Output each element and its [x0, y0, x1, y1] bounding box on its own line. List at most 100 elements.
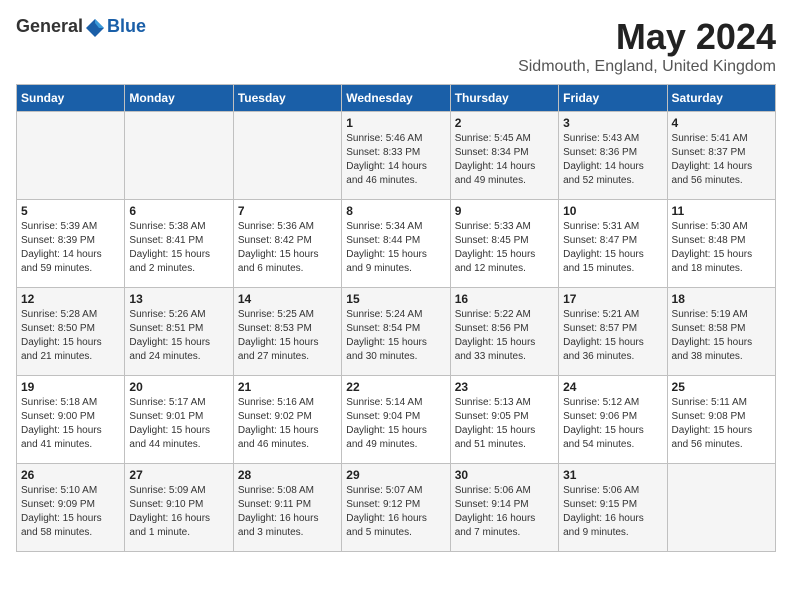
header-day-tuesday: Tuesday	[233, 85, 341, 112]
day-info: Sunrise: 5:09 AM Sunset: 9:10 PM Dayligh…	[129, 484, 228, 540]
day-number: 17	[563, 292, 662, 306]
empty-cell	[17, 112, 125, 200]
calendar-week-row: 19 Sunrise: 5:18 AM Sunset: 9:00 PM Dayli…	[17, 376, 776, 464]
day-number: 20	[129, 380, 228, 394]
day-number: 29	[346, 468, 445, 482]
day-number: 23	[455, 380, 554, 394]
logo: General Blue	[16, 16, 146, 39]
calendar-day-cell: 12 Sunrise: 5:28 AM Sunset: 8:50 PM Dayli…	[17, 288, 125, 376]
day-info: Sunrise: 5:06 AM Sunset: 9:14 PM Dayligh…	[455, 484, 554, 540]
day-info: Sunrise: 5:14 AM Sunset: 9:04 PM Dayligh…	[346, 396, 445, 452]
header-day-saturday: Saturday	[667, 85, 775, 112]
day-number: 28	[238, 468, 337, 482]
logo-text-general: General	[16, 16, 83, 36]
location-subtitle: Sidmouth, England, United Kingdom	[518, 58, 776, 76]
calendar-day-cell: 3 Sunrise: 5:43 AM Sunset: 8:36 PM Daylig…	[559, 112, 667, 200]
month-year-title: May 2024	[518, 16, 776, 58]
day-info: Sunrise: 5:34 AM Sunset: 8:44 PM Dayligh…	[346, 220, 445, 276]
calendar-header-row: SundayMondayTuesdayWednesdayThursdayFrid…	[17, 85, 776, 112]
day-number: 4	[672, 116, 771, 130]
day-info: Sunrise: 5:24 AM Sunset: 8:54 PM Dayligh…	[346, 308, 445, 364]
empty-cell	[125, 112, 233, 200]
calendar-day-cell: 25 Sunrise: 5:11 AM Sunset: 9:08 PM Dayli…	[667, 376, 775, 464]
logo-icon	[84, 17, 106, 39]
header-day-monday: Monday	[125, 85, 233, 112]
header-day-wednesday: Wednesday	[342, 85, 450, 112]
day-info: Sunrise: 5:43 AM Sunset: 8:36 PM Dayligh…	[563, 132, 662, 188]
day-number: 16	[455, 292, 554, 306]
day-info: Sunrise: 5:13 AM Sunset: 9:05 PM Dayligh…	[455, 396, 554, 452]
day-number: 19	[21, 380, 120, 394]
calendar-day-cell: 28Sunrise: 5:08 AM Sunset: 9:11 PM Dayli…	[233, 464, 341, 552]
day-number: 31	[563, 468, 662, 482]
day-number: 22	[346, 380, 445, 394]
calendar-day-cell: 4 Sunrise: 5:41 AM Sunset: 8:37 PM Daylig…	[667, 112, 775, 200]
calendar-day-cell: 5 Sunrise: 5:39 AM Sunset: 8:39 PM Daylig…	[17, 200, 125, 288]
day-number: 1	[346, 116, 445, 130]
calendar-day-cell: 26 Sunrise: 5:10 AM Sunset: 9:09 PM Dayli…	[17, 464, 125, 552]
day-number: 7	[238, 204, 337, 218]
calendar-day-cell: 23 Sunrise: 5:13 AM Sunset: 9:05 PM Dayli…	[450, 376, 558, 464]
calendar-day-cell: 13 Sunrise: 5:26 AM Sunset: 8:51 PM Dayli…	[125, 288, 233, 376]
day-number: 30	[455, 468, 554, 482]
empty-cell	[233, 112, 341, 200]
calendar-day-cell: 31 Sunrise: 5:06 AM Sunset: 9:15 PM Dayli…	[559, 464, 667, 552]
day-number: 21	[238, 380, 337, 394]
day-number: 3	[563, 116, 662, 130]
calendar-day-cell: 9 Sunrise: 5:33 AM Sunset: 8:45 PM Daylig…	[450, 200, 558, 288]
day-info: Sunrise: 5:28 AM Sunset: 8:50 PM Dayligh…	[21, 308, 120, 364]
empty-cell	[667, 464, 775, 552]
day-number: 12	[21, 292, 120, 306]
day-info: Sunrise: 5:10 AM Sunset: 9:09 PM Dayligh…	[21, 484, 120, 540]
calendar-day-cell: 2 Sunrise: 5:45 AM Sunset: 8:34 PM Daylig…	[450, 112, 558, 200]
header-day-friday: Friday	[559, 85, 667, 112]
calendar-day-cell: 30 Sunrise: 5:06 AM Sunset: 9:14 PM Dayli…	[450, 464, 558, 552]
day-info: Sunrise: 5:12 AM Sunset: 9:06 PM Dayligh…	[563, 396, 662, 452]
day-info: Sunrise: 5:07 AM Sunset: 9:12 PM Dayligh…	[346, 484, 445, 540]
day-info: Sunrise: 5:18 AM Sunset: 9:00 PM Dayligh…	[21, 396, 120, 452]
day-info: Sunrise: 5:11 AM Sunset: 9:08 PM Dayligh…	[672, 396, 771, 452]
day-number: 13	[129, 292, 228, 306]
day-info: Sunrise: 5:41 AM Sunset: 8:37 PM Dayligh…	[672, 132, 771, 188]
calendar-day-cell: 14 Sunrise: 5:25 AM Sunset: 8:53 PM Dayli…	[233, 288, 341, 376]
day-info: Sunrise: 5:39 AM Sunset: 8:39 PM Dayligh…	[21, 220, 120, 276]
day-info: Sunrise: 5:26 AM Sunset: 8:51 PM Dayligh…	[129, 308, 228, 364]
day-number: 2	[455, 116, 554, 130]
calendar-table: SundayMondayTuesdayWednesdayThursdayFrid…	[16, 84, 776, 552]
logo-text-blue: Blue	[107, 16, 146, 36]
day-number: 27	[129, 468, 228, 482]
calendar-day-cell: 20Sunrise: 5:17 AM Sunset: 9:01 PM Dayli…	[125, 376, 233, 464]
calendar-day-cell: 22 Sunrise: 5:14 AM Sunset: 9:04 PM Dayli…	[342, 376, 450, 464]
calendar-day-cell: 1Sunrise: 5:46 AM Sunset: 8:33 PM Daylig…	[342, 112, 450, 200]
calendar-day-cell: 10 Sunrise: 5:31 AM Sunset: 8:47 PM Dayli…	[559, 200, 667, 288]
title-block: May 2024 Sidmouth, England, United Kingd…	[518, 16, 776, 76]
calendar-day-cell: 6Sunrise: 5:38 AM Sunset: 8:41 PM Daylig…	[125, 200, 233, 288]
day-number: 18	[672, 292, 771, 306]
day-info: Sunrise: 5:33 AM Sunset: 8:45 PM Dayligh…	[455, 220, 554, 276]
calendar-week-row: 1Sunrise: 5:46 AM Sunset: 8:33 PM Daylig…	[17, 112, 776, 200]
day-number: 6	[129, 204, 228, 218]
day-number: 11	[672, 204, 771, 218]
header-day-sunday: Sunday	[17, 85, 125, 112]
logo-general-text: General Blue	[16, 16, 146, 39]
day-number: 24	[563, 380, 662, 394]
day-number: 10	[563, 204, 662, 218]
day-number: 25	[672, 380, 771, 394]
day-info: Sunrise: 5:21 AM Sunset: 8:57 PM Dayligh…	[563, 308, 662, 364]
day-info: Sunrise: 5:06 AM Sunset: 9:15 PM Dayligh…	[563, 484, 662, 540]
day-number: 26	[21, 468, 120, 482]
day-info: Sunrise: 5:31 AM Sunset: 8:47 PM Dayligh…	[563, 220, 662, 276]
day-number: 5	[21, 204, 120, 218]
day-info: Sunrise: 5:22 AM Sunset: 8:56 PM Dayligh…	[455, 308, 554, 364]
day-info: Sunrise: 5:16 AM Sunset: 9:02 PM Dayligh…	[238, 396, 337, 452]
day-info: Sunrise: 5:25 AM Sunset: 8:53 PM Dayligh…	[238, 308, 337, 364]
calendar-day-cell: 17 Sunrise: 5:21 AM Sunset: 8:57 PM Dayli…	[559, 288, 667, 376]
day-number: 15	[346, 292, 445, 306]
day-info: Sunrise: 5:45 AM Sunset: 8:34 PM Dayligh…	[455, 132, 554, 188]
day-number: 9	[455, 204, 554, 218]
calendar-day-cell: 16 Sunrise: 5:22 AM Sunset: 8:56 PM Dayli…	[450, 288, 558, 376]
calendar-day-cell: 21 Sunrise: 5:16 AM Sunset: 9:02 PM Dayli…	[233, 376, 341, 464]
calendar-day-cell: 18Sunrise: 5:19 AM Sunset: 8:58 PM Dayli…	[667, 288, 775, 376]
day-number: 14	[238, 292, 337, 306]
calendar-day-cell: 11Sunrise: 5:30 AM Sunset: 8:48 PM Dayli…	[667, 200, 775, 288]
